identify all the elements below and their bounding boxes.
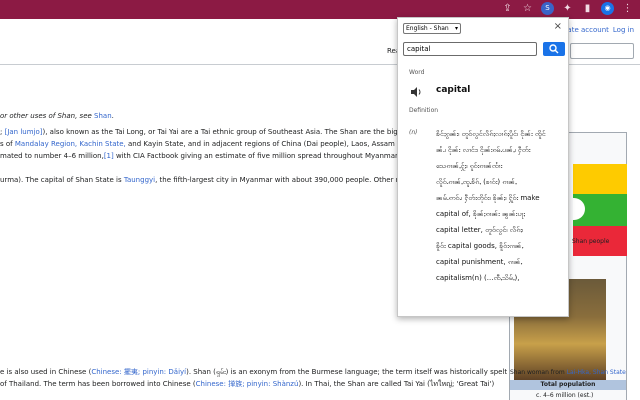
definition-line: ၼမ်ႉဢဝ်ႉ၊ ႁဵတ်းတိုဝ်း၊ ၶိုၼ်ႈ၊ ႁိူဝ်း ma… — [436, 194, 540, 202]
share-icon[interactable]: ⇪ — [501, 2, 514, 15]
search-icon — [549, 44, 559, 54]
search-input[interactable]: capital — [403, 42, 537, 56]
sidebar-icon[interactable]: ▮ — [581, 2, 594, 15]
login-link[interactable]: Log in — [613, 26, 634, 34]
definition-line: လိူဝ်ႉၵၢၼ်ႇၸူႉၶႅၵ်ႇ (ၶၢဝ်း) ၵၢၼ်ႇ — [436, 178, 517, 186]
definition-line: capital letter, တူဝ်လွင်၊ လိၵ်ႈ၊ — [436, 226, 524, 234]
total-population-header: Total population — [510, 380, 626, 390]
article-line: ; [Jan lumjo]), also known as the Tai Lo… — [0, 128, 433, 136]
definition-label: Definition — [409, 107, 439, 114]
article-line: of Thailand. The term has been borrowed … — [0, 380, 495, 388]
article-line: s of Mandalay Region, Kachin State, and … — [0, 140, 447, 148]
population-value: c. 4–6 million (est.) — [536, 392, 594, 399]
article-line: urma). The capital of Shan State is Taun… — [0, 176, 456, 184]
menu-icon[interactable]: ⋮ — [621, 2, 634, 15]
definition-line: ၼႆႉ၊ ငိုၼ်း လၢင်း၊ ငိုၼ်းၵမ်ႉပၼ်ႇ၊ ႁဵတ်း — [436, 146, 531, 154]
puzzle-icon[interactable]: ✦ — [561, 2, 574, 15]
part-of-speech: (n) — [409, 129, 418, 136]
extension-dict-icon[interactable]: S — [541, 2, 554, 15]
word-label: Word — [409, 69, 425, 76]
definition-line: capitalism(n) (...ၸီႇသိမ်ႇ), — [436, 274, 520, 282]
headword: capital — [436, 85, 471, 95]
chevron-down-icon: ▾ — [454, 25, 458, 32]
dictionary-popup: English - Shan ▾ × capital Word capital D… — [397, 17, 569, 317]
photo-caption: Shan woman from Lai-Hka, Shan State — [510, 369, 626, 376]
star-icon[interactable]: ☆ — [521, 2, 534, 15]
toolbar-icons: ⇪ ☆ S ✦ ▮ ◉ ⋮ — [501, 2, 634, 15]
profile-icon[interactable]: ◉ — [601, 2, 614, 15]
definition-line: ၶိူဝ်း capital goods, ၶိူဝ်းၵၢၼ်ႇ — [436, 242, 524, 250]
article-line: mated to number 4–6 million,[1] with CIA… — [0, 152, 451, 160]
definition-line: capital of, ၶိုၼ်ႈၵၢၼ်း ၼွၼ်းပႃႈ — [436, 210, 526, 218]
speaker-icon[interactable] — [411, 87, 423, 97]
infobox-caption: Shan people — [572, 238, 610, 245]
hatnote: or other uses of Shan, see Shan. — [0, 112, 114, 120]
shan-link[interactable]: Shan — [94, 112, 112, 120]
definition-line: capital punishment, ၵၢၼ်ႇ — [436, 258, 523, 266]
wiki-search-input[interactable] — [570, 43, 634, 59]
article-line: e is also used in Chinese (Chinese: 擺夷; … — [0, 368, 524, 376]
definition-text: ၶိင်ႈၵွၼ်း၊ တူဝ်လွင်လိၵ်ႈလၢၵ်ႈပိူင်၊ ငို… — [436, 126, 562, 286]
definition-line: ၶိင်ႈၵွၼ်း၊ တူဝ်လွင်လိၵ်ႈလၢၵ်ႈပိူင်၊ ငို… — [436, 130, 546, 138]
definition-line: သေၵၢၼ်ႇႁႂ်ႈ၊ ၵူဝ်းၵၢၼ်ၸၢႆး — [436, 162, 503, 170]
close-icon[interactable]: × — [554, 21, 562, 32]
search-button[interactable] — [543, 42, 565, 56]
language-select[interactable]: English - Shan ▾ — [403, 23, 461, 34]
